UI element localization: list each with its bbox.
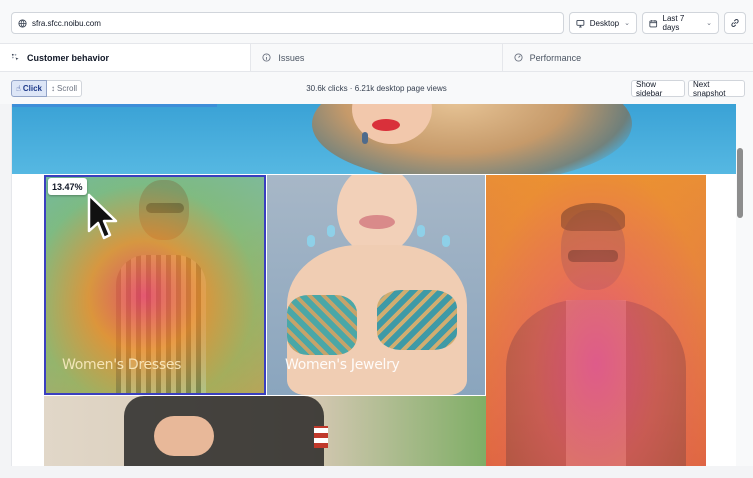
selected-element-outline [44, 175, 266, 395]
gauge-icon [514, 53, 523, 62]
tab-label: Customer behavior [27, 52, 110, 63]
tab-customer-behavior[interactable]: Customer behavior [0, 44, 252, 71]
heatmap-toolbar: ☝ Click ↕ Scroll 30.6k clicks · 6.21k de… [0, 72, 753, 104]
tile-label: Women's Jewelry [285, 357, 400, 373]
next-snapshot-button[interactable]: Next snapshot [688, 80, 745, 98]
category-tile-bottom[interactable] [44, 396, 486, 466]
copy-link-button[interactable] [724, 12, 746, 34]
tab-issues[interactable]: Issues [251, 44, 503, 71]
link-icon [731, 19, 739, 27]
click-percentage-badge: 13.47% [48, 178, 87, 195]
tab-label: Issues [278, 52, 305, 63]
cursor-arrow-icon [87, 193, 118, 240]
tab-label: Performance [529, 52, 582, 63]
show-sidebar-button[interactable]: Show sidebar [631, 80, 685, 98]
device-select[interactable]: Desktop ⌄ [569, 12, 637, 34]
url-field[interactable]: sfra.sfcc.noibu.com [11, 12, 564, 34]
chevron-down-icon: ⌄ [706, 20, 712, 27]
behavior-icon [11, 53, 19, 61]
category-tile-womens-jewelry[interactable]: Women's Jewelry [267, 175, 485, 395]
date-range-select[interactable]: Last 7 days ⌄ [642, 12, 719, 34]
chevron-down-icon: ⌄ [624, 20, 630, 27]
heatmap-viewport[interactable]: Women's Dresses Women's Jewelry 13.47% [11, 104, 736, 466]
calendar-icon [649, 19, 658, 27]
category-tile-mens[interactable] [486, 175, 706, 466]
scrollbar-thumb[interactable] [737, 148, 743, 218]
date-range-value: Last 7 days [662, 14, 685, 32]
tab-bar: Customer behavior Issues Performance [0, 44, 753, 72]
top-bar: sfra.sfcc.noibu.com Desktop ⌄ Last 7 day… [0, 0, 753, 44]
url-text: sfra.sfcc.noibu.com [32, 18, 101, 28]
load-progress-bar [12, 104, 217, 107]
monitor-icon [576, 19, 585, 27]
globe-icon [18, 18, 27, 28]
heatmap-overlay [486, 175, 706, 466]
hero-banner-image [12, 104, 736, 174]
device-select-value: Desktop [589, 18, 620, 28]
info-circle-icon [262, 53, 271, 62]
tab-performance[interactable]: Performance [503, 44, 753, 71]
